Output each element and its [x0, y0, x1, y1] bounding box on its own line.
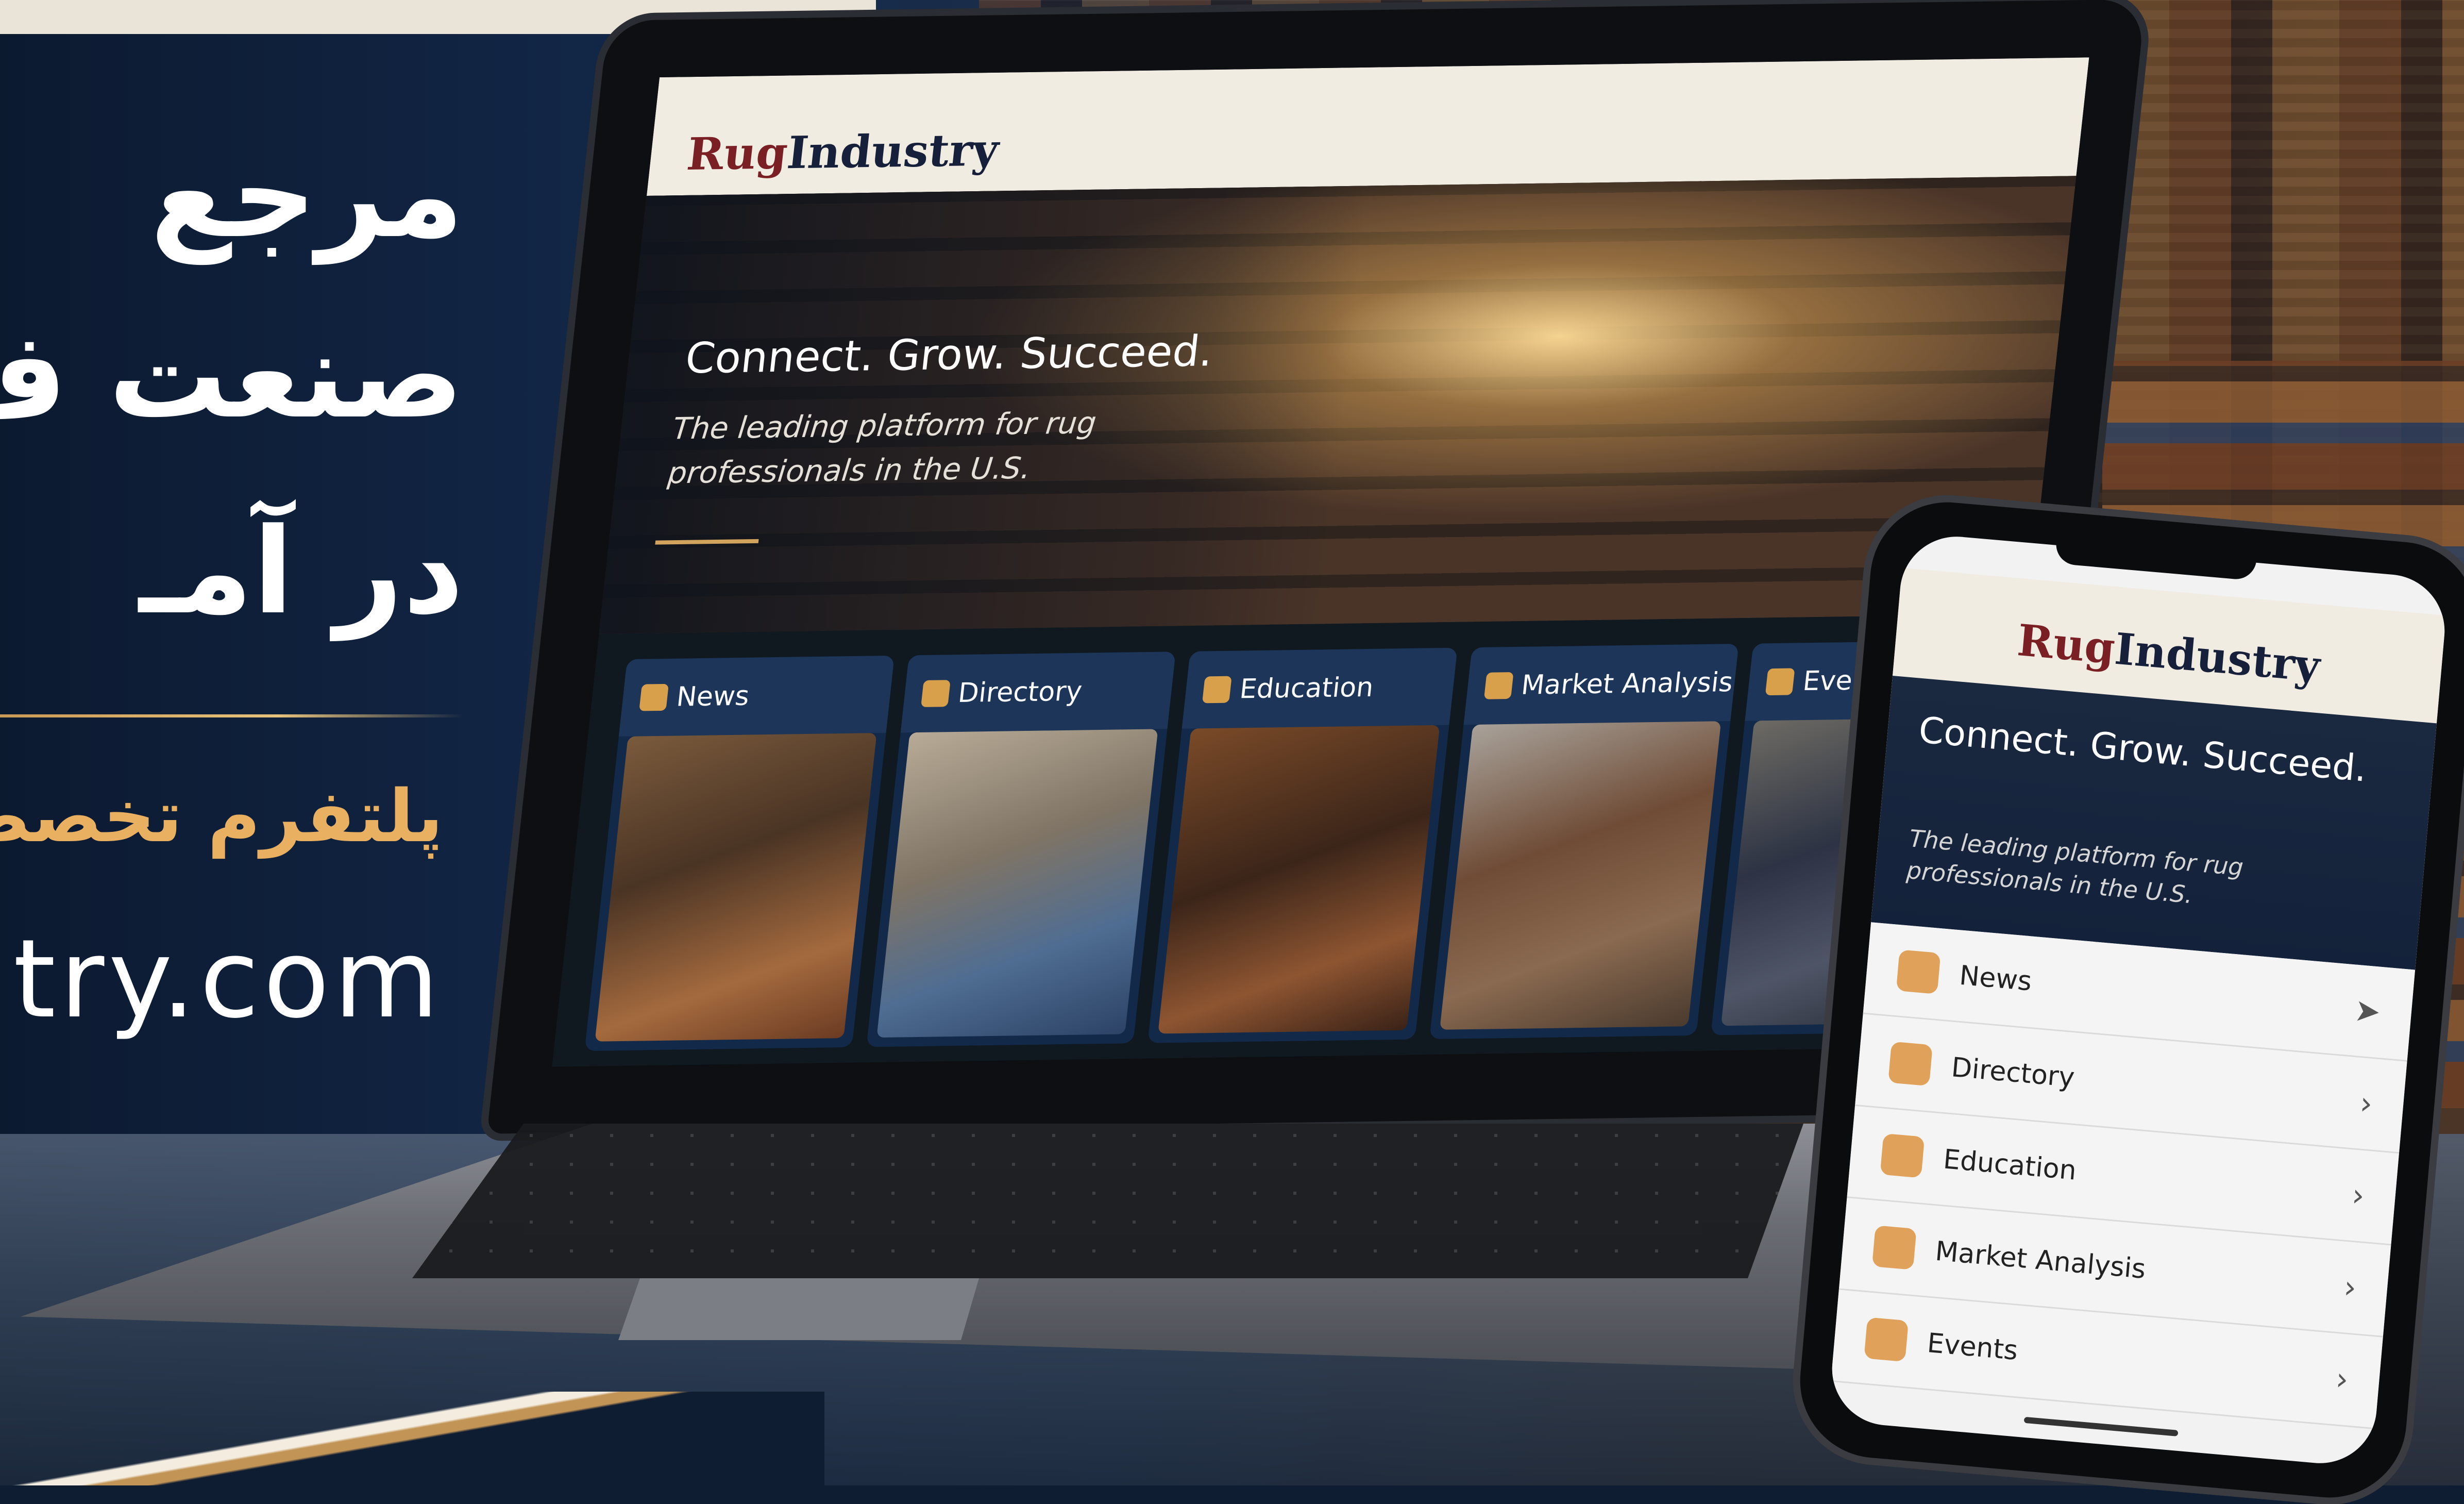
headline-line-2: صنعت ف: [0, 307, 464, 445]
chevron-right-icon: ›: [2350, 1177, 2366, 1214]
hero-subtitle: The leading platform for rug professiona…: [666, 405, 1098, 491]
card-education[interactable]: Education: [1147, 647, 1458, 1043]
newspaper-icon: [639, 683, 669, 711]
card-label: Market Analysis: [1520, 667, 1735, 701]
card-label: Education: [1238, 672, 1375, 705]
card-image: [1158, 725, 1440, 1034]
logo-text-rug: Rug: [684, 127, 790, 181]
card-news[interactable]: News: [584, 655, 895, 1051]
chevron-right-icon: ›: [2334, 1361, 2350, 1398]
card-market-analysis[interactable]: Market Analysis: [1429, 643, 1739, 1040]
headline-subtitle: پلتفرم تخصص: [0, 775, 443, 859]
card-label: News: [674, 680, 751, 713]
card-header: Market Analysis: [1463, 643, 1739, 725]
website-url: try.com: [13, 916, 443, 1042]
bottom-swoosh: [0, 1392, 824, 1485]
home-indicator[interactable]: [2023, 1416, 2179, 1436]
card-image: [1439, 721, 1722, 1030]
calendar-icon: [1765, 668, 1795, 696]
headline-line-1: مرجع: [150, 127, 464, 264]
laptop-keyboard: [412, 1124, 1803, 1278]
phone-menu: News ➤ Directory › Education › Market An…: [1831, 922, 2416, 1430]
card-header: Education: [1182, 647, 1458, 729]
chevron-right-icon: ›: [2358, 1085, 2374, 1123]
logo-text-industry: Industry: [784, 124, 1002, 179]
trophy-icon: [1202, 676, 1232, 704]
building-icon: [920, 680, 951, 707]
menu-item-label: Directory: [1950, 1051, 2076, 1094]
laptop-trackpad: [618, 1278, 979, 1340]
site-logo[interactable]: RugIndustry: [684, 124, 1001, 180]
menu-item-label: Education: [1942, 1144, 2078, 1187]
phone-screen: RugIndustry Connect. Grow. Succeed. The …: [1827, 532, 2450, 1468]
card-header: News: [618, 655, 895, 737]
calendar-icon: [1864, 1317, 1909, 1362]
gold-divider: [0, 714, 464, 717]
card-image: [876, 729, 1158, 1038]
card-directory[interactable]: Directory: [866, 651, 1176, 1047]
lightbulb-icon: [1880, 1133, 1925, 1178]
logo-text-rug: Rug: [2015, 614, 2117, 674]
category-cards: News Directory Education Market Analysis: [584, 640, 2021, 1051]
hero-title: Connect. Grow. Succeed.: [683, 327, 1216, 383]
menu-item-label: News: [1958, 960, 2033, 997]
card-header: Directory: [900, 651, 1176, 733]
arrow-right-icon: ➤: [2353, 992, 2382, 1030]
building-icon: [1888, 1041, 1933, 1087]
menu-item-label: Events: [1926, 1327, 2019, 1367]
menu-item-label: Market Analysis: [1934, 1235, 2147, 1285]
bar-chart-icon: [1871, 1225, 1917, 1270]
card-label: Directory: [956, 676, 1084, 709]
bar-chart-icon: [1483, 672, 1514, 699]
chevron-right-icon: ›: [2342, 1269, 2358, 1306]
card-image: [595, 733, 877, 1042]
headline-line-3: در آمـ: [139, 503, 464, 641]
newspaper-icon: [1896, 949, 1941, 994]
